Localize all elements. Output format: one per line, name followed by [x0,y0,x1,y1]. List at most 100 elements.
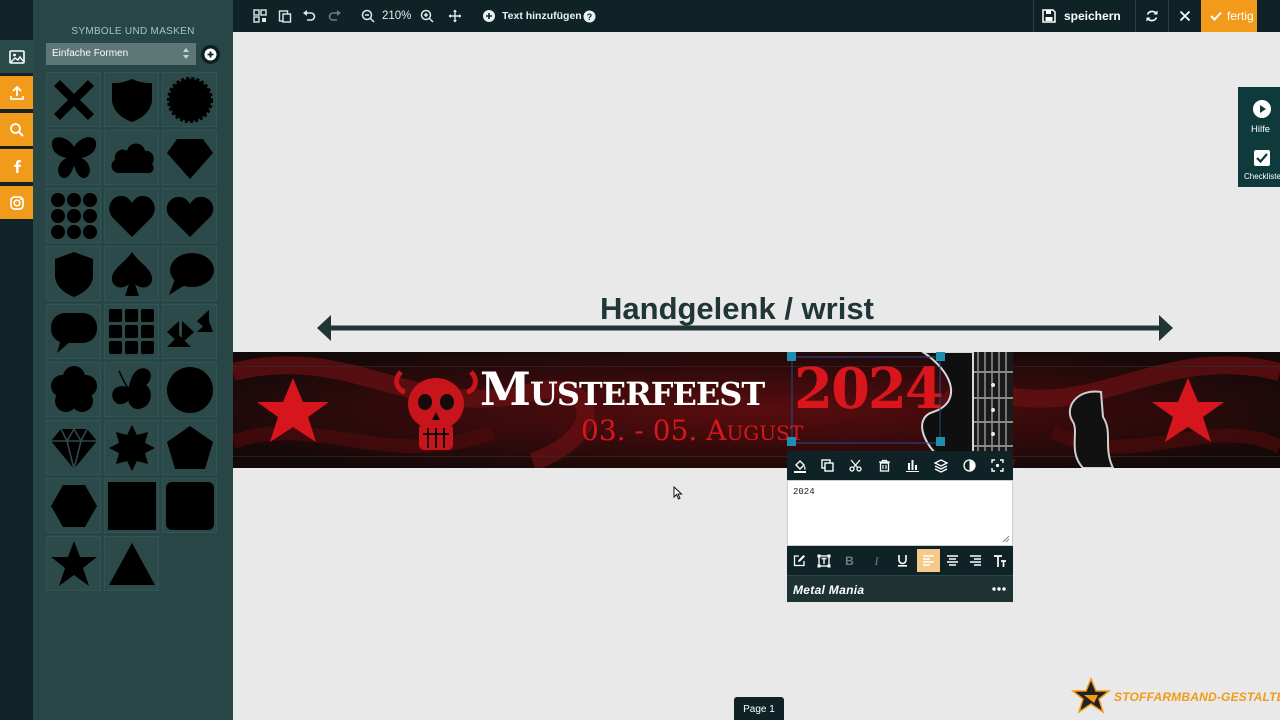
close-button[interactable] [1168,0,1201,32]
paste-button[interactable] [277,8,293,24]
font-size-button[interactable] [992,553,1007,568]
duplicate-button[interactable] [820,458,835,473]
heart-shape-icon [108,195,155,237]
align-right-button[interactable] [968,553,983,568]
fit-button[interactable] [990,458,1005,473]
add-text-button[interactable]: Text hinzufügen [483,8,582,24]
shape-rounded-square[interactable] [162,478,217,533]
shape-squares-grid[interactable] [104,304,159,359]
page-indicator[interactable]: Page 1 [734,697,784,720]
shape-butterfly[interactable] [46,130,101,185]
resize-grip-icon[interactable] [1002,535,1010,543]
shape-circle[interactable] [162,362,217,417]
trash-icon [879,459,890,472]
undo-button[interactable] [301,8,317,24]
align-right-icon [970,555,981,566]
shape-cloud[interactable] [104,130,159,185]
speech-bubble-shape-icon [50,312,97,353]
rounded-square-shape-icon [165,481,214,530]
add-text-label: Text hinzufügen [502,10,582,22]
align-bottom-button[interactable] [905,458,920,473]
shape-hexagon[interactable] [46,478,101,533]
contrast-icon [963,459,976,472]
banner-dates: 03. - 05. August [581,414,804,447]
shape-flower[interactable] [46,362,101,417]
text-frame-icon [817,554,830,567]
save-button[interactable]: speichern [1033,0,1135,32]
star-burst-shape-icon [108,424,155,471]
shape-x[interactable] [46,72,101,127]
upload-tab[interactable] [0,76,33,109]
select-arrows-icon [183,48,189,59]
shield-shape-icon [54,251,93,297]
help-button[interactable]: ? [581,8,597,24]
contrast-button[interactable] [962,458,977,473]
x-shape-icon [53,79,94,120]
qr-code-button[interactable] [252,8,268,24]
redo-button[interactable] [327,8,343,24]
shape-dots[interactable] [46,188,101,243]
shape-triangles[interactable] [162,304,217,359]
layers-button[interactable] [933,458,948,473]
edit-text-button[interactable] [792,553,807,568]
zoom-out-button[interactable] [360,8,376,24]
category-select[interactable]: Einfache Formen [46,43,196,65]
more-icon[interactable] [992,587,1006,591]
selection-frame[interactable] [786,351,946,447]
refresh-icon [1146,10,1158,22]
star-logo-icon [1070,677,1112,714]
zoom-in-button[interactable] [419,8,435,24]
instagram-tab[interactable] [0,186,33,219]
shape-diamond[interactable] [162,130,217,185]
brand-logo: STOFFARMBAND-GESTALTEN.DE [1070,677,1280,717]
shape-shield-2[interactable] [46,246,101,301]
shape-star-burst[interactable] [104,420,159,475]
shape-gem[interactable] [46,420,101,475]
shape-square[interactable] [104,478,159,533]
facebook-tab[interactable] [0,149,33,182]
wristband-banner[interactable]: Musterfeest 2024 03. - 05. August [233,352,1280,468]
banner-title: Musterfeest [480,362,765,416]
done-button[interactable]: fertig [1201,0,1257,32]
circle-shape-icon [166,366,213,413]
instagram-icon [9,195,24,210]
shape-pentagon[interactable] [162,420,217,475]
text-frame-button[interactable] [816,553,831,568]
add-category-button[interactable] [201,45,220,64]
image-tab[interactable] [0,40,33,73]
shape-speech-bubble-2[interactable] [46,304,101,359]
shape-star[interactable] [46,536,101,591]
bold-button[interactable]: B [842,553,857,568]
shape-badge-circle[interactable] [162,72,217,127]
cut-button[interactable] [848,458,863,473]
move-button[interactable] [447,8,463,24]
checklist-button[interactable]: Checkliste [1238,142,1280,187]
text-editor-popover: 2024 B I Metal Mania [787,451,1013,602]
search-tab[interactable] [0,113,33,146]
align-center-button[interactable] [945,553,960,568]
font-selector[interactable]: Metal Mania [787,575,1013,602]
mouse-cursor-icon [673,486,683,500]
refresh-button[interactable] [1135,0,1168,32]
image-icon [8,49,25,64]
facebook-icon [13,159,21,173]
align-center-icon [947,555,958,566]
shape-triangle[interactable] [104,536,159,591]
underline-button[interactable] [895,553,910,568]
delete-button[interactable] [877,458,892,473]
shape-speech-bubble[interactable] [162,246,217,301]
shape-heart-2[interactable] [162,188,217,243]
shape-heart[interactable] [104,188,159,243]
shape-spade[interactable] [104,246,159,301]
shield-shape-icon [111,78,152,122]
italic-button[interactable]: I [869,553,884,568]
text-content-input[interactable]: 2024 [787,480,1013,546]
shape-butterfly-outline[interactable] [104,362,159,417]
underline-icon [898,555,907,567]
shape-shield[interactable] [104,72,159,127]
align-left-button[interactable] [917,549,940,572]
done-label: fertig [1227,9,1254,23]
help-button-side[interactable]: Hilfe [1238,87,1280,137]
fill-color-button[interactable] [792,458,807,473]
triangle-shape-icon [108,542,155,585]
